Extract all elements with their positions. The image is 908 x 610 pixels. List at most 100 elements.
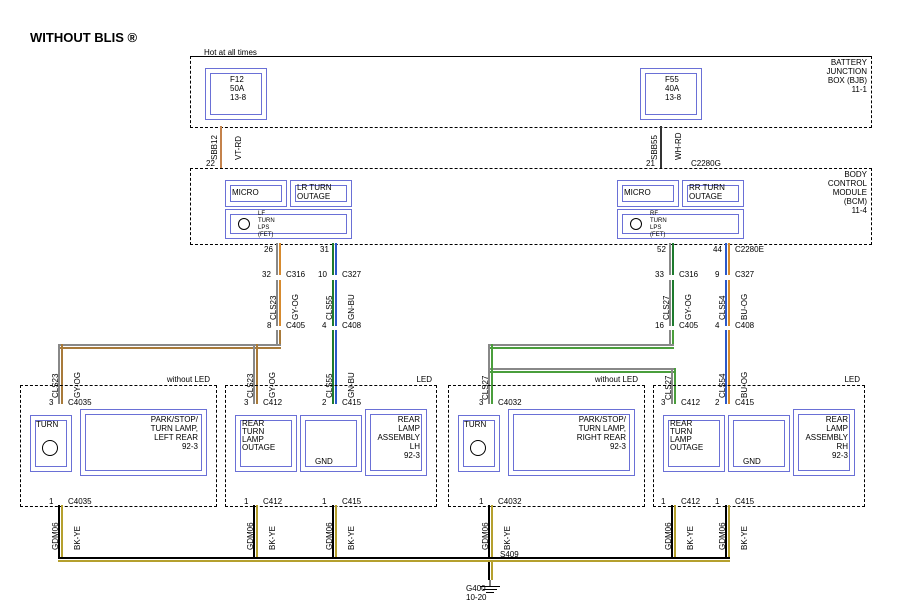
pin-c316r: C316 [679, 270, 698, 279]
w-lbranch-stub [276, 330, 281, 344]
bjb-l4: 11-1 [817, 85, 867, 94]
wl-gdm6: GDM06 [718, 522, 727, 550]
w-cls55-a [332, 243, 337, 275]
diagram-title: WITHOUT BLIS ® [30, 30, 137, 45]
f12-l3: 13-8 [230, 93, 246, 102]
lf-lps-sym [238, 218, 250, 230]
wl-gdm2: GDM06 [246, 522, 255, 550]
led-r: LED [835, 375, 860, 384]
without-led-l: without LED [155, 375, 210, 384]
wire-sbb55 [660, 126, 662, 168]
rear-assy-r: REAR LAMP ASSEMBLY RH 92-3 [796, 415, 848, 460]
rr-turn: RR TURN OUTAGE [689, 183, 725, 201]
ground-bus [58, 557, 730, 562]
pin-31: 31 [320, 245, 329, 254]
pin-10: 10 [318, 270, 327, 279]
w-cls23-a [276, 243, 281, 275]
in-bkye2: BK-YE [268, 526, 277, 550]
w-gtail [488, 562, 493, 580]
turn-l: TURN [36, 420, 58, 429]
w-cls27-a [669, 243, 674, 275]
pin-1d: 1 [479, 497, 483, 506]
w-rbranch-stub [669, 330, 674, 344]
pin-c412lb: C412 [263, 497, 282, 506]
bjb-l1: BATTERY [817, 58, 867, 67]
micro-l: MICRO [232, 188, 259, 197]
f12-l2: 50A [230, 84, 244, 93]
wl-cls55-b: CLS55 [325, 296, 334, 320]
w-rbranch-v0 [488, 344, 493, 370]
pin-c408l: C408 [342, 321, 361, 330]
micro-r: MICRO [624, 188, 651, 197]
pin-c4035b: C4035 [68, 497, 92, 506]
pin-9: 9 [715, 270, 719, 279]
lf-lps: LF TURN LPS (FET) [258, 211, 275, 239]
park-r: PARK/STOP/ TURN LAMP, RIGHT REAR 92-3 [558, 415, 626, 451]
f55-l1: F55 [665, 75, 679, 84]
wl-bkye1: BK-YE [73, 526, 82, 550]
pin-4r: 4 [715, 321, 719, 330]
bcm-l5: 11-4 [817, 206, 867, 215]
pin-c405r: C405 [679, 321, 698, 330]
wl-cls27-b: CLS27 [662, 296, 671, 320]
pin-c412rb: C412 [681, 497, 700, 506]
pin-52: 52 [657, 245, 666, 254]
pin-c2280e: C2280E [735, 245, 764, 254]
bcm-l4: (BCM) [817, 197, 867, 206]
pin-c405l: C405 [286, 321, 305, 330]
wl-bkye3: BK-YE [347, 526, 356, 550]
turn-r-sym [470, 440, 486, 456]
without-led-r: without LED [583, 375, 638, 384]
pin-26: 26 [264, 245, 273, 254]
wl-gnbu-b: GN-BU [347, 294, 356, 320]
turn-r: TURN [464, 420, 486, 429]
wl-gdm4: GDM06 [481, 522, 490, 550]
wl-gdm1: GDM06 [51, 522, 60, 550]
pin-21: 21 [646, 159, 655, 168]
wl-gdm3: GDM06 [325, 522, 334, 550]
s409: S409 [500, 550, 519, 559]
w-rbranch-h2 [490, 368, 675, 373]
turn-l-sym [42, 440, 58, 456]
bjb-l3: BOX (BJB) [817, 76, 867, 85]
wl-cls23-b: CLS23 [269, 296, 278, 320]
rear-turn-r: REAR TURN LAMP OUTAGE [670, 420, 703, 452]
pin-1a: 1 [49, 497, 53, 506]
pin-1f: 1 [715, 497, 719, 506]
wl-cls54-b: CLS54 [718, 296, 727, 320]
f55-l2: 40A [665, 84, 679, 93]
pin-c327r: C327 [735, 270, 754, 279]
g400-l2: 10-20 [466, 593, 486, 602]
wl-bkye6: BK-YE [740, 526, 749, 550]
park-l: PARK/STOP/ TURN LAMP, LEFT REAR 92-3 [130, 415, 198, 451]
wl-gyog-b: GY-OG [291, 294, 300, 320]
pin-32: 32 [262, 270, 271, 279]
pin-c316l: C316 [286, 270, 305, 279]
wlbl-vtrd: VT-RD [234, 136, 243, 160]
wiring-diagram: WITHOUT BLIS ® Hot at all times BATTERY … [0, 0, 908, 610]
pin-4l: 4 [322, 321, 326, 330]
wl-gdm5: GDM06 [664, 522, 673, 550]
rf-lps: RF TURN LPS (FET) [650, 211, 667, 239]
bcm-l3: MODULE [817, 188, 867, 197]
pin-c415rb: C415 [735, 497, 754, 506]
rf-lps-sym [630, 218, 642, 230]
bcm-l1: BODY [817, 170, 867, 179]
pin-c408r: C408 [735, 321, 754, 330]
pin-c327l: C327 [342, 270, 361, 279]
pin-8: 8 [267, 321, 271, 330]
f55-l3: 13-8 [665, 93, 681, 102]
pin-1b: 1 [244, 497, 248, 506]
wl-buog-b: BU-OG [740, 294, 749, 320]
pin-16: 16 [655, 321, 664, 330]
gnd-l: GND [315, 457, 333, 466]
pin-c415lb: C415 [342, 497, 361, 506]
wl-bkye5: BK-YE [686, 526, 695, 550]
pin-1e: 1 [661, 497, 665, 506]
pin-c2280g: C2280G [691, 159, 721, 168]
led-l: LED [407, 375, 432, 384]
w-lbranch-h [60, 344, 281, 349]
bjb-l2: JUNCTION [817, 67, 867, 76]
wire-sbb12 [220, 126, 222, 168]
pin-c4032b: C4032 [498, 497, 522, 506]
